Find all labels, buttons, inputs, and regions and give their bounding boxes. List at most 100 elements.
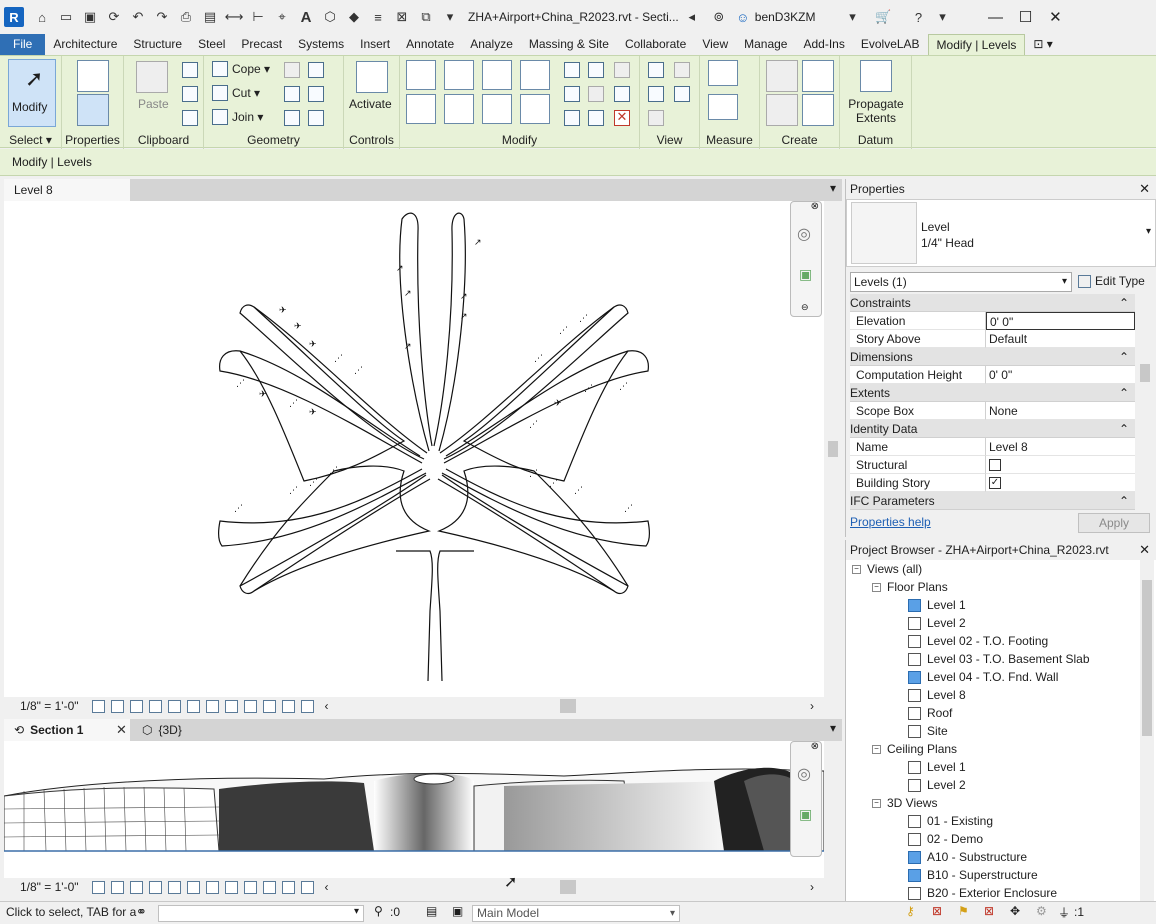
steering-wheel-icon[interactable]: ◎	[797, 224, 811, 244]
cut-clip-icon[interactable]	[182, 62, 198, 78]
tree-floor-plan-item[interactable]: Level 1	[908, 596, 966, 614]
edit-type-button[interactable]: Edit Type	[1078, 272, 1154, 292]
tree-3d-view-item[interactable]: B10 - Superstructure	[908, 866, 1038, 884]
detail-level-icon[interactable]	[91, 699, 105, 713]
chevron-down-icon[interactable]: ▾	[843, 8, 861, 26]
hide-in-view-icon[interactable]	[648, 62, 664, 78]
section-scroll-right-icon[interactable]: ›	[810, 880, 814, 894]
section-shadows-icon[interactable]	[148, 880, 162, 894]
section-analytical-icon[interactable]	[281, 880, 295, 894]
tree-floor-plans[interactable]: − Floor Plans	[872, 578, 948, 596]
dimension-icon[interactable]: ⊢	[249, 8, 267, 26]
cart-icon[interactable]: 🛒	[874, 8, 892, 26]
minimize-button[interactable]: —	[980, 2, 1010, 32]
tree-floor-plan-item[interactable]: Level 02 - T.O. Footing	[908, 632, 1048, 650]
paste-label[interactable]: Paste	[138, 97, 169, 111]
tab-massing-site[interactable]: Massing & Site	[521, 34, 617, 55]
print-icon[interactable]: ⎙	[177, 8, 195, 26]
help-icon[interactable]: ?	[909, 8, 927, 26]
user-name[interactable]: benD3KZM	[755, 10, 816, 24]
section-show-crop-icon[interactable]	[186, 880, 200, 894]
section-icon[interactable]: ◆	[345, 8, 363, 26]
tab-add-ins[interactable]: Add-Ins	[795, 34, 852, 55]
section-close-navbar-icon[interactable]: ⊗	[811, 741, 819, 752]
section-constraints-icon[interactable]	[300, 880, 314, 894]
name-field[interactable]: Level 8	[986, 438, 1135, 456]
close-window-button[interactable]: ✕	[1040, 2, 1070, 32]
pdf-icon[interactable]: ▤	[201, 8, 219, 26]
model-dropdown[interactable]: Main Model ▾	[472, 905, 680, 922]
editing-requests-icon[interactable]: ▣	[452, 904, 463, 918]
close-properties-icon[interactable]: ✕	[1139, 179, 1150, 199]
tree-floor-plan-item[interactable]: Site	[908, 722, 948, 740]
home-icon[interactable]: ⌂	[33, 8, 51, 26]
view-menu-icon[interactable]: ▾	[830, 181, 836, 195]
tab-section-1[interactable]: ⟲ Section 1	[4, 719, 130, 741]
tree-3d-views[interactable]: −3D Views	[872, 794, 937, 812]
shadows-icon[interactable]	[148, 699, 162, 713]
type-dropdown-icon[interactable]: ▾	[1146, 226, 1151, 237]
tab-annotate[interactable]: Annotate	[398, 34, 462, 55]
tab-level-8[interactable]: Level 8	[4, 179, 130, 201]
story-above-field[interactable]: Default	[986, 330, 1135, 348]
group-ifc-parameters[interactable]: IFC Parameters ⌃	[850, 492, 1135, 510]
lightbulb-icon[interactable]	[243, 699, 257, 713]
trim-single-icon[interactable]	[564, 110, 580, 126]
tree-3d-view-item[interactable]: B20 - Exterior Enclosure	[908, 884, 1057, 902]
tab-structure[interactable]: Structure	[125, 34, 190, 55]
properties-help-link[interactable]: Properties help	[850, 515, 931, 529]
tree-floor-plan-item[interactable]: Level 04 - T.O. Fnd. Wall	[908, 668, 1058, 686]
demolish-icon[interactable]	[284, 110, 300, 126]
apply-button[interactable]: Apply	[1078, 513, 1150, 533]
reveal-hidden-icon[interactable]	[224, 699, 238, 713]
section-scroll-left-icon[interactable]: ‹	[325, 880, 329, 894]
collapse-icon[interactable]: −	[872, 798, 881, 808]
section-visual-style-icon[interactable]	[110, 880, 124, 894]
delete-icon[interactable]: ✕	[614, 110, 630, 126]
sun-path-icon[interactable]	[129, 699, 143, 713]
override-graphics-icon[interactable]	[674, 62, 690, 78]
section-sun-path-icon[interactable]	[129, 880, 143, 894]
tree-ceiling-plan-item[interactable]: Level 2	[908, 776, 966, 794]
mirror-draw-icon[interactable]	[520, 60, 550, 90]
structural-checkbox[interactable]	[989, 458, 1001, 471]
create-group-icon[interactable]	[766, 94, 798, 126]
wall-joins-icon[interactable]	[284, 62, 300, 78]
select-links-icon[interactable]: ⚷	[906, 904, 915, 918]
undo-icon[interactable]: ↶	[129, 8, 147, 26]
thin-lines-icon[interactable]: ≡	[369, 8, 387, 26]
section-view-menu-icon[interactable]: ▾	[830, 721, 836, 735]
open-icon[interactable]: ▭	[57, 8, 75, 26]
create-parts-icon[interactable]	[802, 60, 834, 92]
editable-only-icon[interactable]: ⚲	[374, 904, 383, 918]
section-temp-hide-icon[interactable]	[205, 880, 219, 894]
group-dimensions[interactable]: Dimensions ⌃	[850, 348, 1135, 366]
tree-floor-plan-item[interactable]: Roof	[908, 704, 952, 722]
section-worksharing-icon[interactable]	[262, 880, 276, 894]
visual-style-icon[interactable]	[110, 699, 124, 713]
computation-height-field[interactable]: 0' 0"	[986, 366, 1135, 384]
trim-icon[interactable]	[520, 94, 550, 124]
tab-evolvelab[interactable]: EvolveLAB	[853, 34, 928, 55]
select-label[interactable]: Select ▾	[0, 133, 61, 147]
save-icon[interactable]: ▣	[81, 8, 99, 26]
switch-windows-icon[interactable]: ⧉	[417, 8, 435, 26]
type-selector[interactable]: Level 1/4" Head ▾	[846, 199, 1156, 267]
join-button[interactable]: Join ▾	[212, 109, 263, 125]
browser-scrollbar[interactable]	[1140, 560, 1154, 901]
tab-modify-levels[interactable]: Modify | Levels	[927, 34, 1026, 55]
section-zoom-region-icon[interactable]: ▣	[799, 806, 812, 823]
section-reveal-hidden-icon[interactable]	[224, 880, 238, 894]
create-assembly-icon[interactable]	[766, 60, 798, 92]
copy-element-icon[interactable]	[444, 94, 474, 124]
copy-icon[interactable]	[182, 86, 198, 102]
collapse-icon[interactable]: −	[852, 564, 861, 574]
plan-canvas[interactable]: ↗ ↗ ↗ ↗ ↗ ↗ ✈ ✈ ✈ ⋰ ⋰ ⋰ ✈ ⋰ ✈ ⋰ ⋰ ⋰ ✈ ⋰ ⋰ ⋰ ⋰ ⋰ ⋰ ⋰ ⋰ ⋰ ⋰ ⋰ ⊗…	[4, 201, 840, 697]
close-navbar-icon[interactable]: ⊗	[811, 201, 819, 212]
tree-floor-plan-item[interactable]: Level 03 - T.O. Basement Slab	[908, 650, 1090, 668]
chevron-left-icon[interactable]: ◂	[683, 8, 701, 26]
analytical-icon[interactable]	[281, 699, 295, 713]
align-icon[interactable]	[406, 60, 436, 90]
worksharing-icon[interactable]	[262, 699, 276, 713]
design-options-icon[interactable]: ▤	[426, 904, 437, 918]
